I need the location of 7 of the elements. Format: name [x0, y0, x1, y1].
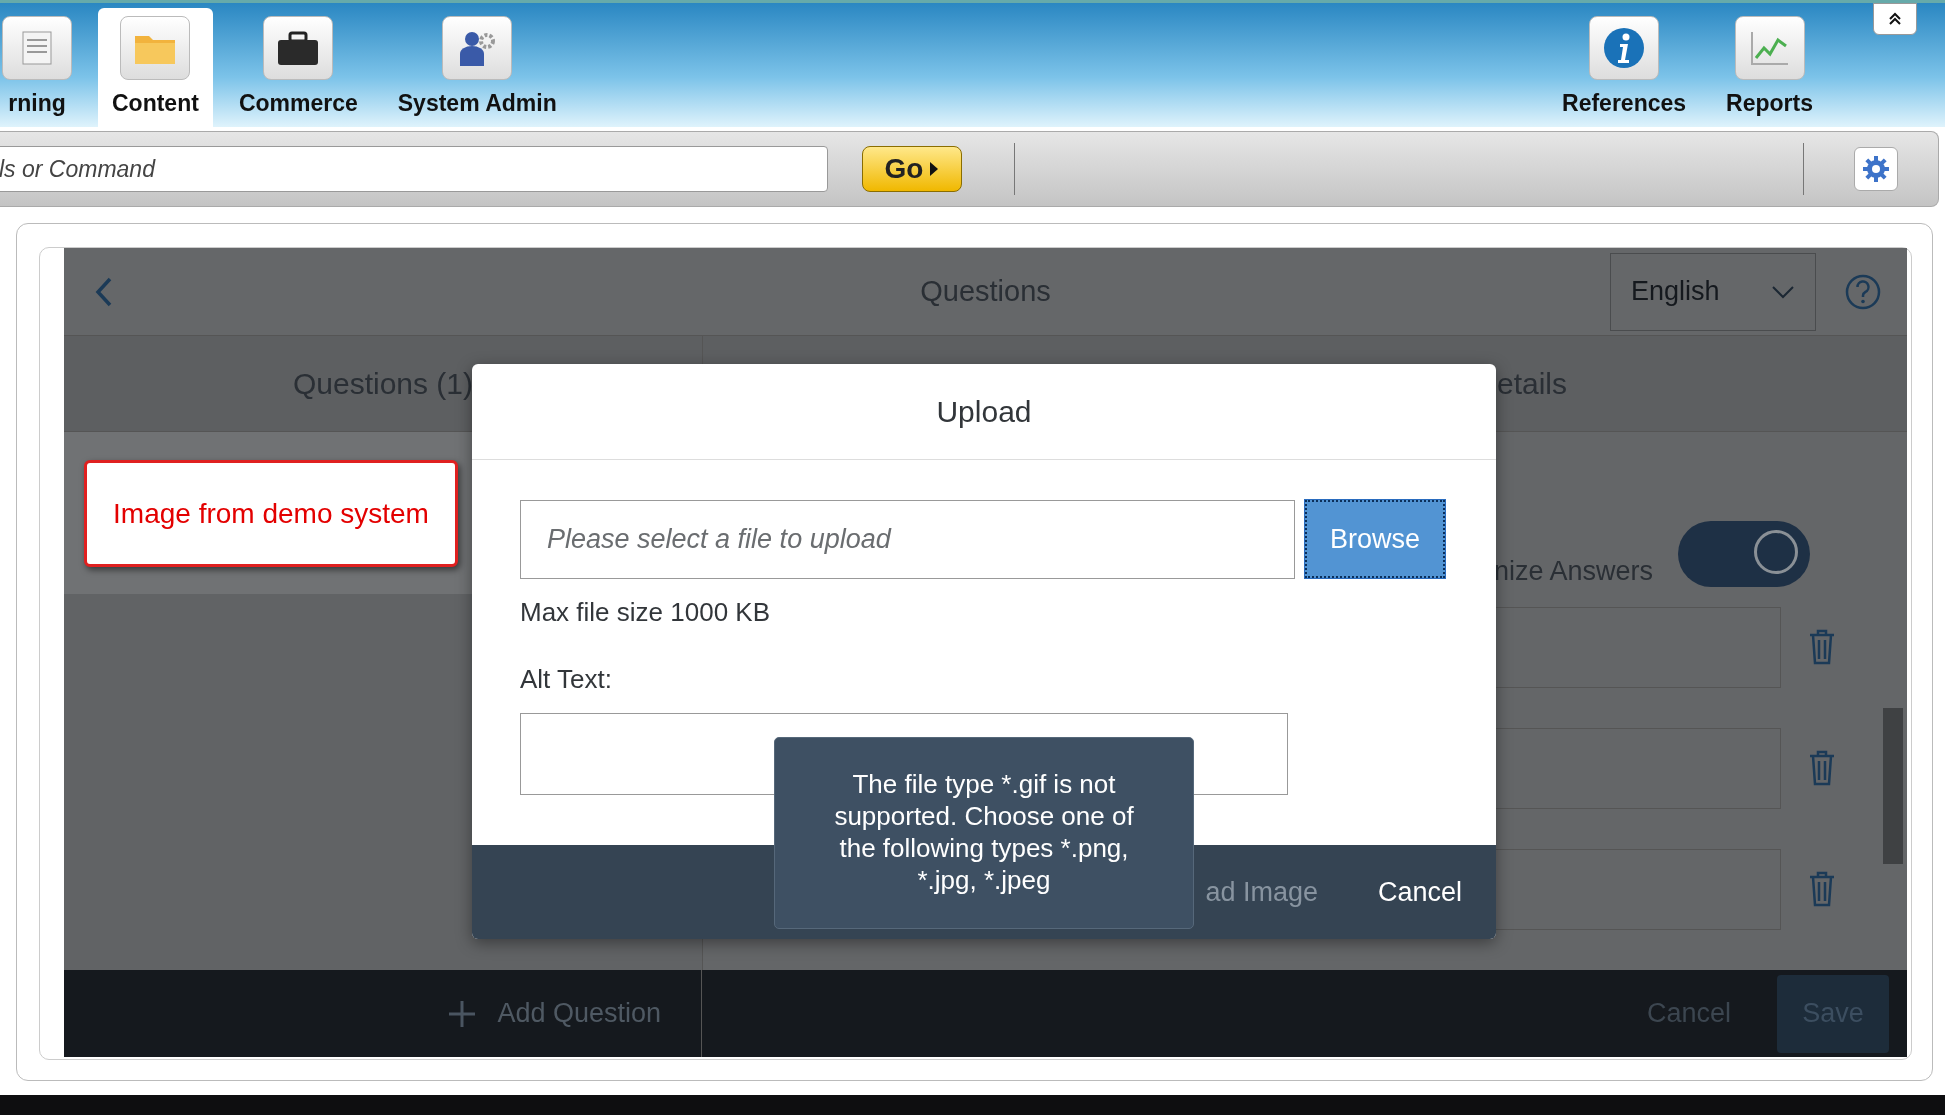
- annotation-callout: Image from demo system: [84, 460, 458, 567]
- alt-text-label: Alt Text:: [520, 664, 613, 695]
- dialog-title: Upload: [472, 364, 1496, 460]
- file-size-hint: Max file size 1000 KB: [520, 597, 771, 628]
- toggle-label: nize Answers: [1493, 556, 1653, 587]
- error-tooltip: The file type *.gif is not supported. Choose one of the following types *.png, *.jpg, *.jpeg: [774, 737, 1194, 929]
- page-title: Questions: [920, 275, 1051, 308]
